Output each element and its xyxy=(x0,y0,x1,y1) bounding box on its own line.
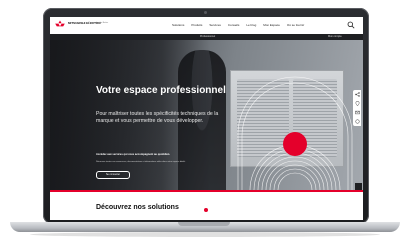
site-header: MITSUBISHI ELECTRIC Changes for the Bett… xyxy=(50,17,363,35)
laptop-notch xyxy=(178,222,230,226)
hero-banner: Votre espace professionnel Pour maîtrise… xyxy=(50,40,363,190)
title-dot xyxy=(204,208,208,212)
sidebar-tool-contact[interactable] xyxy=(353,108,361,117)
main-nav: Solutions Produits Services Conseils Le … xyxy=(172,23,304,27)
phone-icon xyxy=(354,119,360,124)
location-icon xyxy=(355,101,359,106)
share-icon xyxy=(354,92,360,97)
nav-item-mon-espace[interactable]: Mon Espace xyxy=(263,23,280,27)
hero-title: Votre espace professionnel xyxy=(96,85,226,96)
sidebar-tool-phone[interactable] xyxy=(353,117,361,126)
hero-lead: Pour maîtriser toutes les spécificités t… xyxy=(96,111,219,124)
nav-item-services[interactable]: Services xyxy=(209,23,221,27)
sidebar-tool-share[interactable] xyxy=(353,90,361,99)
side-toolbar xyxy=(353,90,361,126)
nav-item-blog[interactable]: Le blog xyxy=(246,23,256,27)
nav-item-solutions[interactable]: Solutions xyxy=(172,23,184,27)
search-icon[interactable] xyxy=(347,21,355,29)
nav-item-ou-se-fournir[interactable]: Où se fournir xyxy=(287,23,304,27)
laptop-shadow xyxy=(30,232,380,237)
webcam xyxy=(204,11,207,14)
section-divider xyxy=(50,190,363,192)
mail-icon xyxy=(354,110,360,115)
hero-cta-title: Accédez aux services qui vous accompagne… xyxy=(96,153,171,156)
logo-icon[interactable] xyxy=(55,20,65,30)
logo-tagline: Changes for the Better xyxy=(88,22,109,24)
laptop-mockup: MITSUBISHI ELECTRIC Changes for the Bett… xyxy=(0,0,409,240)
sidebar-tool-location[interactable] xyxy=(353,99,361,108)
section-title: Découvrez nos solutions xyxy=(96,204,179,211)
account-link[interactable]: Mon compte xyxy=(328,35,342,38)
pro-link[interactable]: Professionnel xyxy=(200,35,215,38)
nav-item-produits[interactable]: Produits xyxy=(191,23,202,27)
nav-item-conseils[interactable]: Conseils xyxy=(228,23,240,27)
chat-button[interactable] xyxy=(355,183,362,194)
sound-wave-graphic xyxy=(237,76,353,190)
login-button[interactable]: Se connecter xyxy=(96,171,130,179)
hero-cta-text: Retrouvez toutes vos ressources, documen… xyxy=(96,161,186,163)
screen: MITSUBISHI ELECTRIC Changes for the Bett… xyxy=(50,17,363,220)
